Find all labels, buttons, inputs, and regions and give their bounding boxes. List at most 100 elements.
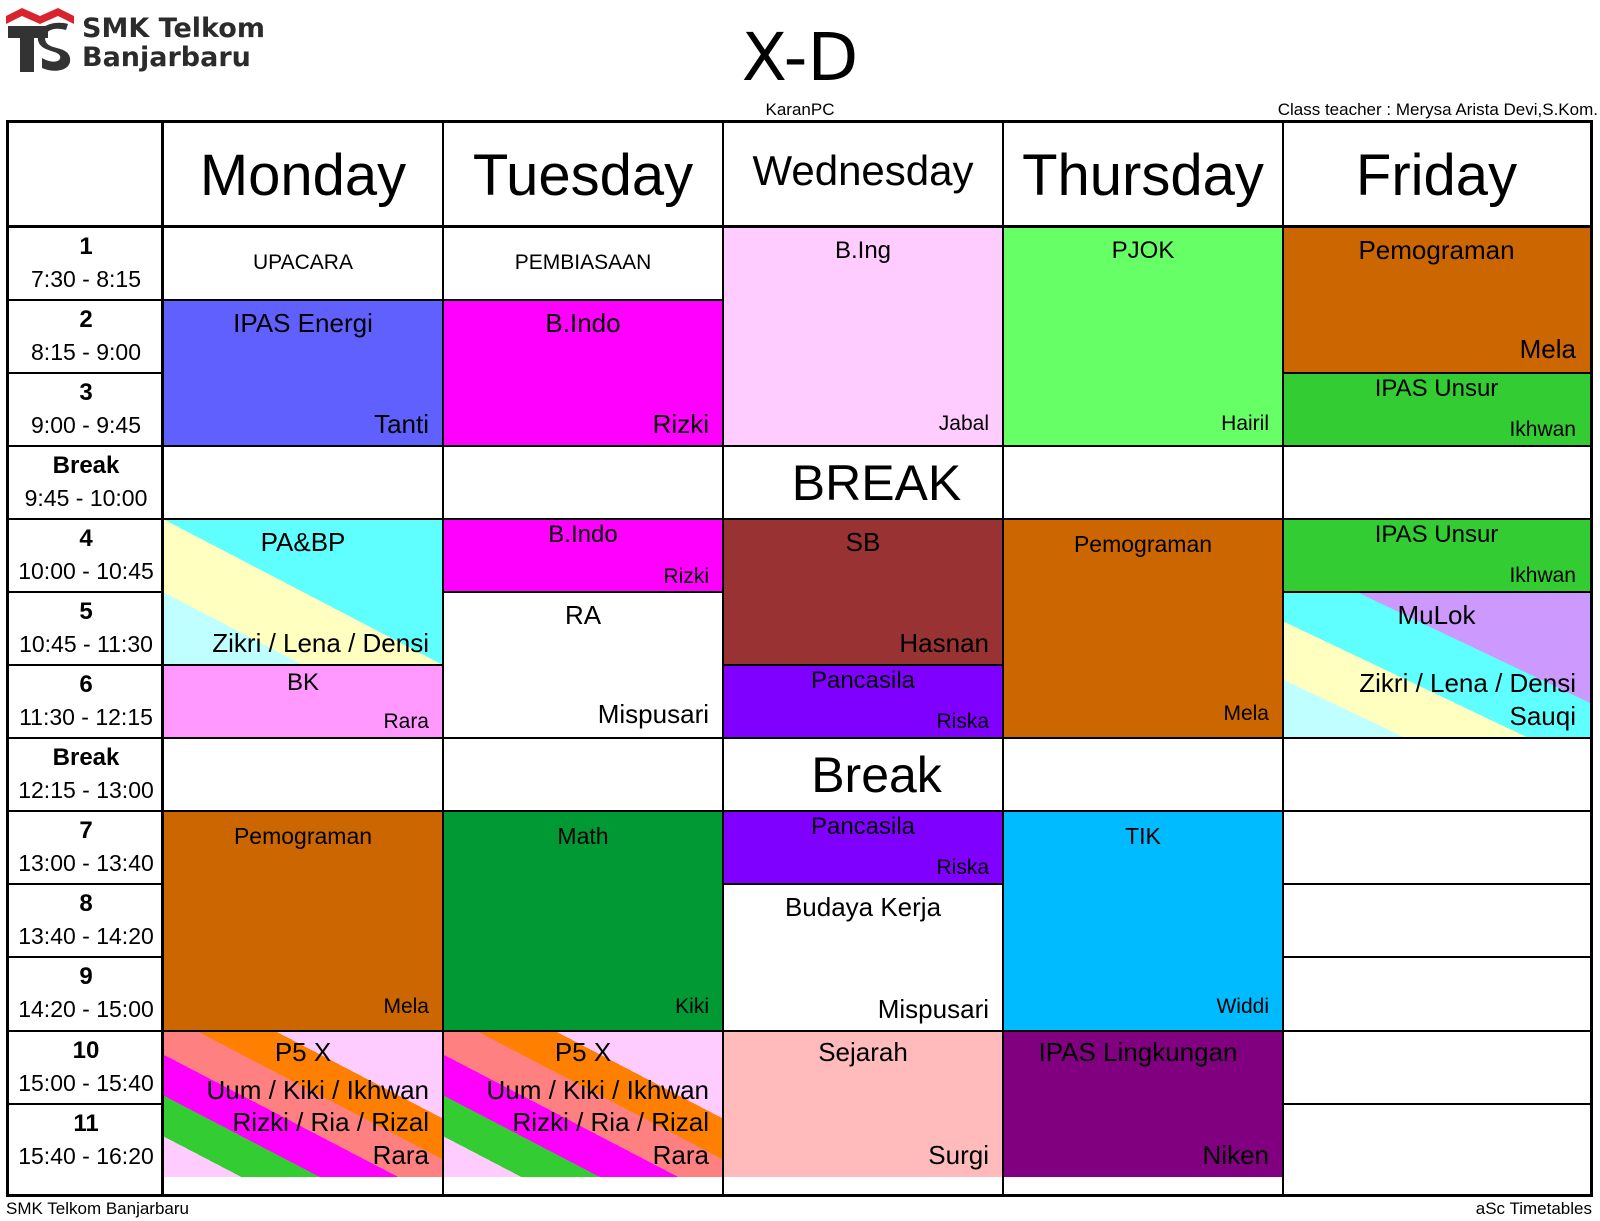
day-header-monday: Monday <box>199 142 407 208</box>
lesson-teacher: Mispusari <box>597 699 709 729</box>
grid-line <box>9 372 163 374</box>
lesson-teacher: Widdi <box>1216 995 1269 1018</box>
lesson-wed-sejarah: Sejarah Surgi <box>723 1031 1003 1177</box>
day-header-friday: Friday <box>1355 142 1518 208</box>
lesson-teacher: Jabal <box>938 412 989 435</box>
break-row-lunch: Break <box>163 738 1590 811</box>
lesson-teacher: Zikri / Lena / Densi <box>212 628 429 658</box>
period-2: 2 8:15 - 9:00 <box>9 300 163 373</box>
lesson-teacher-group-2: Rizki / Ria / Rizal <box>232 1107 429 1137</box>
school-logo: SMK Telkom Banjarbaru <box>6 8 266 78</box>
lesson-teacher: Mispusari <box>877 994 989 1024</box>
lesson-subject: MuLok <box>1397 600 1476 630</box>
period-10: 10 15:00 - 15:40 <box>9 1031 163 1104</box>
lesson-tue-p5: P5 X Uum / Kiki / Ikhwan Rizki / Ria / R… <box>443 1031 723 1177</box>
lesson-fri-ipas-unsur-1: IPAS Unsur Ikhwan <box>1283 373 1590 446</box>
period-number: Break <box>52 744 120 771</box>
lesson-tue-pembiasaan: PEMBIASAAN <box>443 227 723 300</box>
period-11: 11 15:40 - 16:20 <box>9 1104 163 1177</box>
lesson-fri-pemograman: Pemograman Mela <box>1283 227 1590 373</box>
footer-school: SMK Telkom Banjarbaru <box>6 1199 189 1218</box>
grid-line <box>9 664 163 666</box>
break-label: Break <box>811 746 942 803</box>
lesson-tue-bindo-1: B.Indo Rizki <box>443 300 723 446</box>
period-number: Break <box>52 452 120 479</box>
lesson-teacher: Riska <box>936 856 989 879</box>
lesson-subject: P5 X <box>554 1037 612 1067</box>
period-time: 13:00 - 13:40 <box>18 850 154 876</box>
author-label: KaranPC <box>765 100 835 119</box>
lesson-teacher-2: Sauqi <box>1509 701 1577 731</box>
grid-line <box>722 123 724 1197</box>
lesson-teacher: Rara <box>652 1140 709 1170</box>
period-number: 3 <box>79 379 93 406</box>
lesson-teacher-group-1: Uum / Kiki / Ikhwan <box>206 1075 429 1105</box>
grid-line <box>1283 372 1590 374</box>
period-number: 4 <box>79 525 93 552</box>
period-6: 6 11:30 - 12:15 <box>9 665 163 738</box>
grid-line <box>1283 956 1590 958</box>
period-time: 15:40 - 16:20 <box>18 1143 154 1169</box>
lesson-teacher: Ikhwan <box>1509 418 1576 441</box>
lesson-subject: BK <box>286 669 319 696</box>
grid-line <box>1283 883 1590 885</box>
school-name: SMK Telkom Banjarbaru <box>82 14 265 72</box>
lesson-subject: B.Indo <box>548 521 618 548</box>
period-4: 4 10:00 - 10:45 <box>9 519 163 592</box>
lesson-tue-ra: RA Mispusari <box>443 592 723 738</box>
grid-line <box>443 591 723 593</box>
grid-line <box>1283 1103 1590 1105</box>
lesson-teacher: Hasnan <box>899 628 989 658</box>
lesson-fri-ipas-unsur-2: IPAS Unsur Ikhwan <box>1283 519 1590 592</box>
lesson-subject: SB <box>845 527 881 557</box>
period-time: 13:40 - 14:20 <box>18 923 154 949</box>
grid-line <box>9 299 163 301</box>
lesson-subject: Sejarah <box>818 1037 908 1067</box>
period-time: 9:45 - 10:00 <box>24 485 148 511</box>
lesson-teacher: Surgi <box>928 1140 989 1170</box>
period-number: 7 <box>79 817 93 844</box>
lesson-subject: B.Indo <box>545 308 621 338</box>
lesson-thu-tik: TIK Widdi <box>1003 811 1283 1031</box>
grid-line <box>9 810 1590 812</box>
grid-line <box>9 591 163 593</box>
lesson-teacher: Rizki <box>663 565 710 588</box>
lesson-wed-pancasila-1: Pancasila Riska <box>723 665 1003 738</box>
period-number: 5 <box>79 598 93 625</box>
day-header-thursday: Thursday <box>1022 142 1264 208</box>
lesson-subject: Pancasila <box>810 813 916 840</box>
lesson-mon-upacara: UPACARA <box>163 227 443 300</box>
class-teacher-label: Class teacher : Merysa Arista Devi,S.Kom… <box>1277 100 1598 119</box>
lesson-mon-pabp: PA&BP Zikri / Lena / Densi <box>163 519 443 665</box>
lesson-teacher: Rara <box>383 710 429 733</box>
grid-line <box>9 956 163 958</box>
lesson-fri-mulok: MuLok Zikri / Lena / Densi Sauqi <box>1283 592 1590 738</box>
lesson-subject: Math <box>557 823 609 849</box>
grid-line <box>9 445 1590 447</box>
grid-line <box>723 664 1003 666</box>
lesson-teacher: Mela <box>1223 702 1269 725</box>
school-name-line2: Banjarbaru <box>82 42 251 73</box>
period-time: 12:15 - 13:00 <box>18 777 154 803</box>
lesson-subject: IPAS Unsur <box>1374 521 1499 548</box>
grid-line <box>442 123 444 1197</box>
lesson-subject: IPAS Unsur <box>1374 375 1499 402</box>
period-time: 9:00 - 9:45 <box>31 412 141 438</box>
lesson-teacher: Kiki <box>675 995 709 1018</box>
lesson-subject: RA <box>564 600 602 630</box>
lesson-thu-pemograman: Pemograman Mela <box>1003 519 1283 738</box>
period-number: 10 <box>72 1037 100 1064</box>
period-time: 10:45 - 11:30 <box>19 631 153 657</box>
lesson-subject: Pemograman <box>233 823 373 849</box>
lesson-subject: PJOK <box>1111 237 1175 264</box>
lesson-mon-pemograman: Pemograman Mela <box>163 811 443 1031</box>
period-break-1: Break 9:45 - 10:00 <box>9 446 163 519</box>
lesson-subject: B.Ing <box>834 237 892 264</box>
period-5: 5 10:45 - 11:30 <box>9 592 163 665</box>
timetable-grid: UPACARA IPAS Energi Tanti PA&BP Zikri / … <box>6 120 1593 1197</box>
lesson-subject: P5 X <box>274 1037 332 1067</box>
period-time: 14:20 - 15:00 <box>18 996 154 1022</box>
period-time: 15:00 - 15:40 <box>18 1070 154 1096</box>
lesson-subject: UPACARA <box>253 251 353 274</box>
lesson-mon-ipas-energi: IPAS Energi Tanti <box>163 300 443 446</box>
